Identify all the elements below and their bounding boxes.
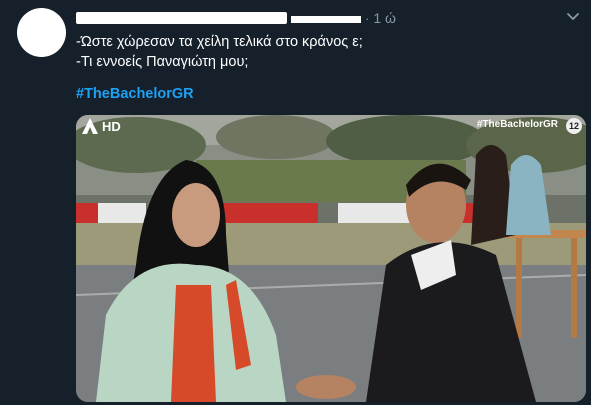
alpha-logo-icon xyxy=(82,118,98,134)
tweet-line-1: -Ώστε χώρεσαν τα χείλη τελικά στο κράνος… xyxy=(76,34,363,50)
tweet-text: -Ώστε χώρεσαν τα χείλη τελικά στο κράνος… xyxy=(76,32,363,72)
tweet[interactable]: · 1 ώ -Ώστε χώρεσαν τα χείλη τελικά στο … xyxy=(0,0,591,405)
hd-label: HD xyxy=(102,118,121,134)
hashtag-overlay: #TheBachelorGR xyxy=(476,119,558,130)
avatar[interactable] xyxy=(17,8,66,57)
channel-logo: HD xyxy=(80,117,121,135)
tv-scene-illustration xyxy=(76,115,586,402)
age-rating-badge: 12 xyxy=(566,118,582,134)
tweet-header: · 1 ώ xyxy=(76,9,396,27)
tweet-line-2: -Τι εννοείς Παναγιώτη μου; xyxy=(76,54,249,70)
chevron-down-icon[interactable] xyxy=(565,8,581,24)
redacted-username[interactable] xyxy=(76,12,287,24)
hashtag-link[interactable]: #TheBachelorGR xyxy=(76,86,194,102)
redacted-handle[interactable] xyxy=(291,15,361,23)
tweet-timestamp[interactable]: 1 ώ xyxy=(373,10,396,26)
tweet-media-image[interactable]: HD #TheBachelorGR 12 xyxy=(76,115,586,402)
separator-dot: · xyxy=(365,10,370,26)
